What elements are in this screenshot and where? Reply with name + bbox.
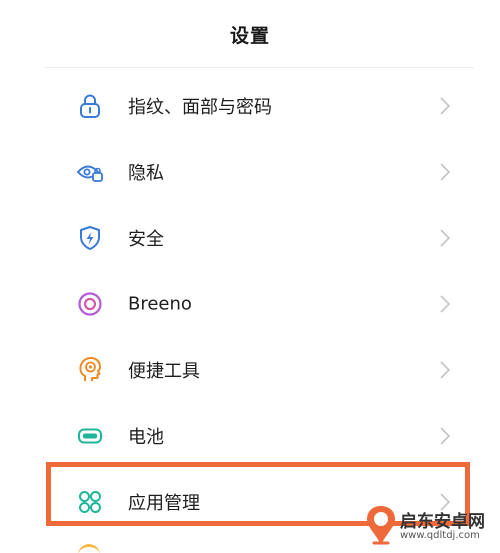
chevron-right-icon	[440, 493, 451, 511]
settings-list: 指纹、面部与密码 隐私 安全 Breeno 便捷工具 电池 应用管理	[0, 73, 500, 535]
settings-item-breeno[interactable]: Breeno	[0, 271, 500, 337]
app-grid-icon	[76, 488, 104, 516]
chevron-right-icon	[440, 97, 451, 115]
privacy-eye-lock-icon	[76, 158, 104, 186]
settings-item-fingerprint-face-password[interactable]: 指纹、面部与密码	[0, 73, 500, 139]
chevron-right-icon	[440, 163, 451, 181]
settings-item-label: 应用管理	[128, 493, 200, 514]
settings-item-label: 安全	[128, 229, 164, 250]
settings-item-convenience-tools[interactable]: 便捷工具	[0, 337, 500, 403]
lock-icon	[76, 92, 104, 120]
chevron-right-icon	[440, 295, 451, 313]
settings-screen: 设置 指纹、面部与密码 隐私 安全 Breeno 便捷工具 电池 应用管理 启东…	[0, 0, 500, 553]
settings-item-privacy[interactable]: 隐私	[0, 139, 500, 205]
chevron-right-icon	[440, 427, 451, 445]
settings-item-app-management[interactable]: 应用管理	[0, 469, 500, 535]
battery-icon	[76, 422, 104, 450]
settings-item-label: 指纹、面部与密码	[128, 97, 272, 118]
settings-item-battery[interactable]: 电池	[0, 403, 500, 469]
breeno-ring-icon	[76, 290, 104, 318]
partial-next-item-icon	[78, 544, 100, 553]
settings-item-label: Breeno	[128, 293, 192, 315]
smart-tools-head-icon	[76, 356, 104, 384]
settings-item-label: 便捷工具	[128, 361, 200, 382]
page-title: 设置	[229, 24, 270, 47]
settings-item-label: 隐私	[128, 163, 164, 184]
chevron-right-icon	[440, 361, 451, 379]
title-bar: 设置	[0, 0, 500, 68]
chevron-right-icon	[440, 229, 451, 247]
shield-bolt-icon	[76, 224, 104, 252]
settings-item-label: 电池	[128, 427, 164, 448]
header-divider	[45, 67, 474, 68]
settings-item-security[interactable]: 安全	[0, 205, 500, 271]
